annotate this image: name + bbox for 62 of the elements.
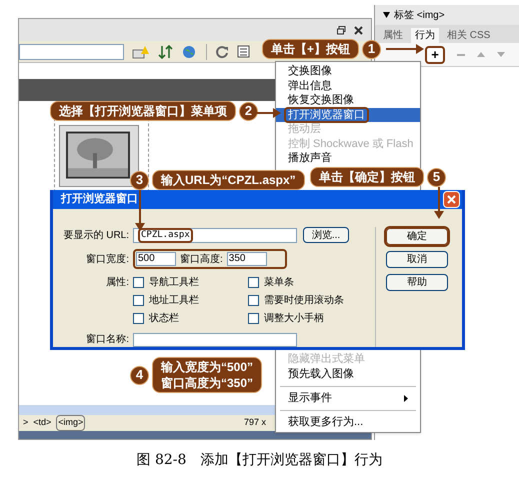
restore-icon[interactable] [337, 26, 346, 34]
transfer-icon[interactable] [158, 44, 174, 58]
checkbox-label: 调整大小手柄 [264, 312, 324, 326]
checkbox[interactable] [133, 313, 144, 324]
arrow [135, 190, 145, 231]
collapse-arrow-icon[interactable] [383, 12, 390, 18]
menu-item[interactable]: 获取更多行为... [276, 415, 420, 430]
dialog-button[interactable]: 帮助 [386, 274, 448, 291]
checkbox-label: 状态栏 [149, 312, 179, 326]
field-label: 窗口高度: [180, 252, 223, 266]
refresh-icon[interactable] [215, 44, 229, 58]
panel-tab[interactable]: 相关 CSS [443, 28, 494, 43]
add-behavior-button[interactable]: + [425, 46, 445, 64]
window-name-field[interactable] [133, 332, 297, 346]
panel-tab[interactable]: 行为 [411, 28, 439, 43]
checkbox[interactable] [248, 277, 259, 288]
figure-caption: 图 82-8 添加【打开浏览器窗口】行为 [136, 450, 382, 470]
height-field[interactable]: 350 [226, 252, 267, 266]
menu-item[interactable]: 打开浏览器窗口 [276, 108, 420, 122]
arrow [251, 108, 281, 118]
close-icon [447, 195, 456, 204]
callout-label: 单击【+】按钮 [262, 39, 360, 59]
menu-item[interactable]: 显示事件 [276, 391, 420, 406]
title-field[interactable] [19, 44, 124, 60]
dialog-button[interactable]: 确定 [386, 228, 448, 245]
checkbox[interactable] [248, 313, 259, 324]
arrow [386, 44, 424, 54]
checkbox-label: 菜单条 [264, 276, 294, 290]
field-label: 属性: [105, 276, 130, 290]
globe-icon[interactable] [182, 44, 198, 58]
field-label: 窗口宽度: [85, 252, 130, 266]
checkbox[interactable] [248, 295, 259, 306]
checkbox-label: 导航工具栏 [149, 276, 199, 290]
browse-button[interactable]: 浏览... [303, 227, 349, 243]
callout-label: 输入宽度为“500” 窗口高度为“350” [152, 357, 262, 393]
tag-path-separator: > [23, 416, 28, 430]
arrow [434, 187, 444, 219]
menu-item[interactable]: 恢复交换图像 [276, 93, 420, 108]
checkbox[interactable] [133, 295, 144, 306]
checkbox[interactable] [133, 277, 144, 288]
panel-tab[interactable]: 属性 [379, 28, 407, 43]
checkbox-label: 需要时使用滚动条 [264, 294, 344, 308]
dialog-button[interactable]: 取消 [386, 251, 448, 268]
close-icon[interactable] [354, 26, 363, 34]
tag-selector[interactable]: <td> [32, 416, 52, 430]
callout-label: 输入URL为“CPZL.aspx” [152, 170, 305, 190]
url-field[interactable]: CPZL.aspx [133, 228, 297, 242]
panel-title: 标签 <img> [394, 8, 445, 22]
dialog-title: 打开浏览器窗口 [61, 192, 138, 208]
submenu-arrow-icon [404, 395, 408, 402]
callout-label: 选择【打开浏览器窗口】菜单项 [50, 101, 236, 121]
width-field[interactable]: 500 [136, 252, 176, 266]
menu-item[interactable]: 弹出信息 [276, 78, 420, 93]
checkbox-label: 地址工具栏 [149, 294, 199, 308]
field-label: 窗口名称: [85, 332, 130, 347]
menu-item[interactable]: 预先载入图像 [276, 367, 420, 382]
callout-label: 单击【确定】按钮 [310, 167, 424, 187]
menu-item[interactable]: 交换图像 [276, 64, 420, 78]
window-size: 797 x [244, 416, 266, 430]
close-button[interactable] [443, 191, 460, 208]
field-label: 要显示的 URL: [62, 228, 130, 242]
menu-item[interactable]: 播放声音 [276, 151, 420, 166]
